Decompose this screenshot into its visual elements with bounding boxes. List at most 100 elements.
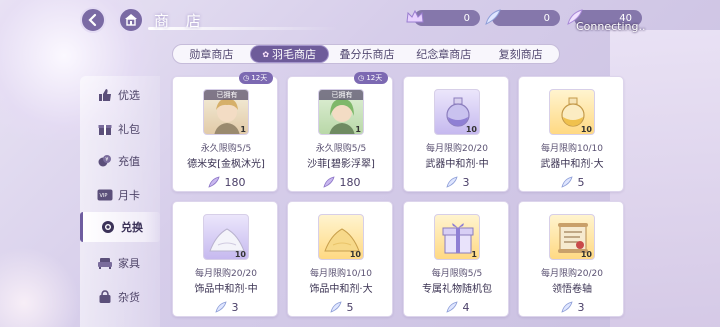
- item-price: 3: [173, 298, 279, 316]
- item-price: 5: [288, 298, 394, 316]
- page-title-area: 商 店: [148, 8, 358, 32]
- tab-memorial-shop[interactable]: 纪念章商店: [405, 45, 482, 63]
- duration-badge: ◷ 12天: [239, 72, 274, 84]
- item-quantity: 10: [349, 250, 361, 259]
- svg-text:VIP: VIP: [100, 193, 108, 199]
- item-quantity: 1: [471, 250, 477, 259]
- feather-icon: [560, 176, 573, 188]
- currency-crown[interactable]: 0: [406, 9, 480, 26]
- sidebar-item-furniture[interactable]: 家具: [80, 248, 160, 278]
- home-icon: [125, 14, 137, 26]
- sidebar: 优选 礼包 ¥ 充值 VIP 月卡 兑换 家具 杂货: [80, 76, 160, 327]
- item-name: 饰品中和剂·中: [194, 284, 258, 295]
- sidebar-item-featured[interactable]: 优选: [80, 80, 160, 110]
- tab-rerun-shop[interactable]: 复刻商店: [482, 45, 559, 63]
- item-quantity: 10: [234, 250, 246, 259]
- item-thumbnail: 已拥有 1: [203, 89, 249, 135]
- duration-badge: ◷ 12天: [354, 72, 389, 84]
- item-price: 3: [519, 298, 625, 316]
- thumbs-up-icon: [96, 86, 114, 104]
- item-card[interactable]: 10 每月限购10/10 饰品中和剂·大 5: [287, 201, 393, 317]
- sidebar-item-monthly-card[interactable]: VIP 月卡: [80, 180, 160, 210]
- svg-text:¥: ¥: [105, 157, 108, 163]
- item-price: 4: [404, 298, 510, 316]
- crown-icon: [404, 6, 426, 28]
- coins-icon: ¥: [96, 152, 114, 170]
- purchase-limit: 每月限购5/5: [431, 269, 483, 279]
- feather-icon: [445, 301, 458, 313]
- page-title: 商 店: [154, 12, 207, 30]
- feather-icon: [445, 176, 458, 188]
- sidebar-item-recharge[interactable]: ¥ 充值: [80, 146, 160, 176]
- item-price: 5: [519, 173, 625, 191]
- item-quantity: 1: [240, 125, 246, 134]
- top-bar: 商 店 0 0 40 Connecting..: [0, 0, 720, 40]
- sidebar-item-label: 杂货: [118, 291, 140, 304]
- sidebar-item-groceries[interactable]: 杂货: [80, 282, 160, 312]
- item-price: 180: [288, 173, 394, 191]
- item-thumbnail: 10: [434, 89, 480, 135]
- item-name: 武器中和剂·中: [425, 159, 489, 170]
- item-name: 饰品中和剂·大: [309, 284, 373, 295]
- owned-label: 已拥有: [204, 90, 248, 100]
- sidebar-item-label: 充值: [118, 155, 140, 168]
- sidebar-item-label: 优选: [118, 89, 140, 102]
- currency-feather-value: 0: [543, 12, 550, 24]
- shop-tab-bar: 勋章商店 羽毛商店 叠分乐商店 纪念章商店 复刻商店: [172, 44, 560, 64]
- gift-icon: [96, 120, 114, 138]
- tab-feather-shop[interactable]: 羽毛商店: [249, 45, 329, 63]
- item-card[interactable]: 10 每月限购20/20 饰品中和剂·中 3: [172, 201, 278, 317]
- sidebar-item-exchange[interactable]: 兑换: [80, 212, 160, 242]
- item-name: 沙菲[碧影浮翠]: [307, 159, 375, 170]
- sidebar-item-label: 兑换: [121, 221, 143, 234]
- item-thumbnail: 10: [549, 89, 595, 135]
- bag-icon: [96, 288, 114, 306]
- purchase-limit: 每月限购20/20: [195, 269, 257, 279]
- feather-icon: [329, 301, 342, 313]
- item-card[interactable]: 10 每月限购10/10 武器中和剂·大 5: [518, 76, 624, 192]
- item-card[interactable]: 10 每月限购20/20 领悟卷轴 3: [518, 201, 624, 317]
- sofa-icon: [96, 254, 114, 272]
- home-button[interactable]: [118, 7, 144, 33]
- item-quantity: 1: [355, 125, 361, 134]
- feather-icon: [207, 176, 220, 188]
- item-thumbnail: 已拥有 1: [318, 89, 364, 135]
- item-quantity: 10: [580, 125, 592, 134]
- tab-stack-shop[interactable]: 叠分乐商店: [329, 45, 406, 63]
- item-name: 领悟卷轴: [552, 284, 592, 295]
- item-thumbnail: 10: [318, 214, 364, 260]
- item-price: 180: [173, 173, 279, 191]
- vip-card-icon: VIP: [96, 186, 114, 204]
- exchange-icon: [99, 218, 117, 236]
- item-quantity: 10: [580, 250, 592, 259]
- purchase-limit: 永久限购5/5: [200, 144, 252, 154]
- back-arrow-icon: [88, 13, 97, 27]
- purchase-limit: 每月限购20/20: [541, 269, 603, 279]
- item-name: 专属礼物随机包: [422, 284, 492, 295]
- item-card[interactable]: ◷ 12天 已拥有 1 永久限购5/5 沙菲[碧影浮翠] 180: [287, 72, 394, 192]
- item-thumbnail: 10: [203, 214, 249, 260]
- sidebar-item-gift-pack[interactable]: 礼包: [80, 114, 160, 144]
- sidebar-item-label: 家具: [118, 257, 140, 270]
- owned-label: 已拥有: [319, 90, 363, 100]
- item-card[interactable]: 10 每月限购20/20 武器中和剂·中 3: [403, 76, 509, 192]
- currency-feather[interactable]: 0: [485, 9, 560, 26]
- item-thumbnail: 1: [434, 214, 480, 260]
- item-card[interactable]: 1 每月限购5/5 专属礼物随机包 4: [403, 201, 509, 317]
- item-name: 德米安[金枫沐光]: [187, 159, 265, 170]
- item-name: 武器中和剂·大: [540, 159, 604, 170]
- feather-icon: [322, 176, 335, 188]
- back-button[interactable]: [80, 7, 106, 33]
- purchase-limit: 永久限购5/5: [315, 144, 367, 154]
- item-card[interactable]: ◷ 12天 已拥有 1 永久限购5/5 德米安[金枫沐光] 180: [172, 72, 279, 192]
- currency-crown-value: 0: [463, 12, 470, 24]
- sidebar-item-label: 月卡: [118, 189, 140, 202]
- purchase-limit: 每月限购20/20: [426, 144, 488, 154]
- tab-medal-shop[interactable]: 勋章商店: [173, 45, 250, 63]
- item-price: 3: [404, 173, 510, 191]
- sidebar-item-label: 礼包: [118, 123, 140, 136]
- item-grid: ◷ 12天 已拥有 1 永久限购5/5 德米安[金枫沐光] 180 ◷ 12天 …: [172, 72, 624, 327]
- item-thumbnail: 10: [549, 214, 595, 260]
- purchase-limit: 每月限购10/10: [541, 144, 603, 154]
- feather-icon: [482, 6, 504, 28]
